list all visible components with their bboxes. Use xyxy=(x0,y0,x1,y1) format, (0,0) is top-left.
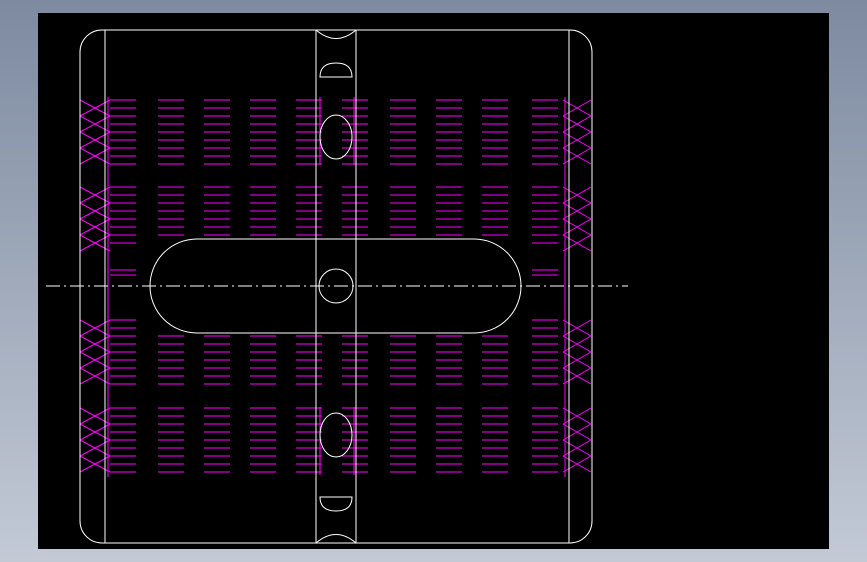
groove-notch-top xyxy=(315,29,357,39)
groove-pocket-bottom xyxy=(319,496,353,512)
groove-notch-bottom xyxy=(315,534,357,544)
groove-boss-upper xyxy=(319,114,353,160)
hidden-lines-layer xyxy=(79,97,592,477)
cad-drawing xyxy=(46,29,628,544)
cad-viewport[interactable] xyxy=(38,13,829,549)
groove-pocket-top xyxy=(319,62,353,78)
groove-boss-lower xyxy=(319,412,353,458)
